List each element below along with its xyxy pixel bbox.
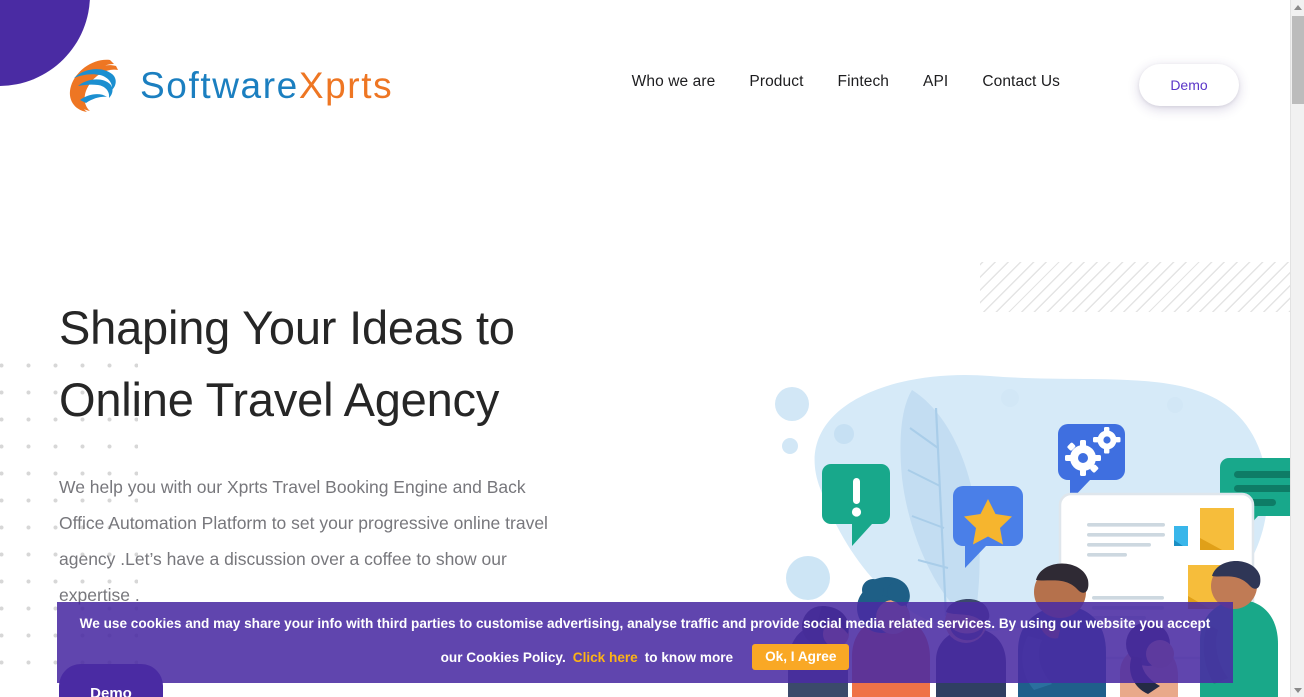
cookie-consent-banner: We use cookies and may share your info w… — [57, 602, 1233, 683]
globe-swoosh-logo-icon — [69, 59, 118, 112]
brand-name-part2: Xprts — [298, 64, 394, 106]
cookie-banner-text-line-2: our Cookies Policy. Click here to know m… — [440, 643, 850, 671]
brand-wordmark: SoftwareXprts — [140, 67, 393, 104]
page-canvas: SoftwareXprts Who we are Product Fintech… — [0, 0, 1290, 697]
nav-item-product[interactable]: Product — [749, 73, 803, 91]
cookie-policy-prefix: our Cookies Policy. — [440, 649, 566, 665]
cookie-accept-button[interactable]: Ok, I Agree — [752, 643, 850, 671]
nav-item-api[interactable]: API — [923, 73, 948, 91]
scroll-down-arrow-icon[interactable] — [1291, 683, 1304, 697]
site-header: SoftwareXprts Who we are Product Fintech… — [0, 0, 1290, 170]
cookie-banner-text-line-1: We use cookies and may share your info w… — [79, 615, 1211, 631]
nav-item-who-we-are[interactable]: Who we are — [632, 73, 716, 91]
diagonal-hatch-decoration — [980, 262, 1290, 312]
cookie-policy-suffix: to know more — [644, 649, 734, 665]
page-title: Shaping Your Ideas to Online Travel Agen… — [59, 292, 619, 436]
hero-section: Shaping Your Ideas to Online Travel Agen… — [59, 292, 619, 613]
scroll-thumb[interactable] — [1292, 16, 1304, 104]
nav-item-contact-us[interactable]: Contact Us — [982, 73, 1060, 91]
header-demo-button[interactable]: Demo — [1139, 64, 1239, 106]
brand-name-part1: Software — [140, 64, 299, 106]
main-navigation: Who we are Product Fintech API Contact U… — [632, 73, 1060, 91]
scroll-up-arrow-icon[interactable] — [1291, 0, 1304, 14]
hero-title-line-1: Shaping Your Ideas to — [59, 301, 515, 354]
cookie-policy-link[interactable]: Click here — [573, 650, 638, 665]
vertical-scrollbar[interactable] — [1290, 0, 1304, 697]
hero-title-line-2: Online Travel Agency — [59, 373, 500, 426]
hero-paragraph: We help you with our Xprts Travel Bookin… — [59, 477, 548, 605]
nav-item-fintech[interactable]: Fintech — [838, 73, 890, 91]
brand-logo[interactable]: SoftwareXprts — [60, 50, 393, 120]
